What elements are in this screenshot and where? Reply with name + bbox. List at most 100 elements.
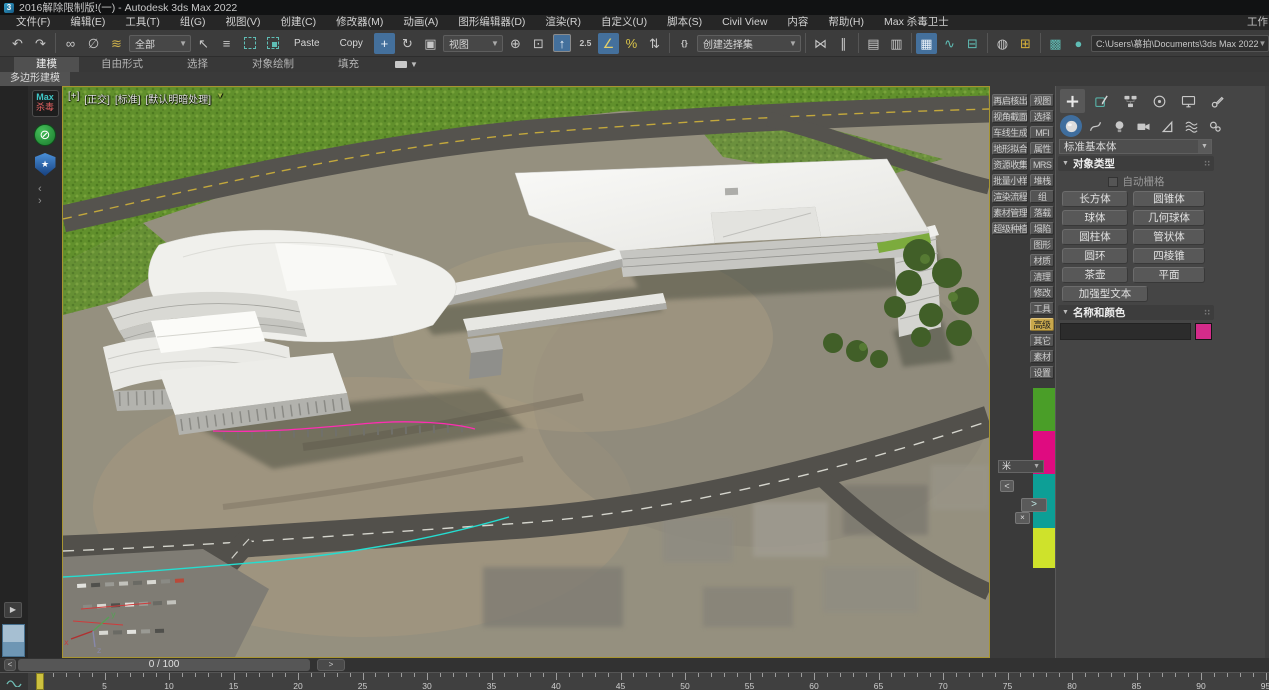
menu-item-10[interactable]: 自定义(U) (591, 15, 657, 30)
color-swatch[interactable] (1033, 528, 1055, 568)
primitive-button[interactable]: 管状体 (1133, 229, 1205, 245)
geometry-class-dropdown[interactable]: 标准基本体 ▼ (1059, 139, 1212, 154)
plugin-button[interactable]: 渲染流程 (992, 190, 1028, 203)
edit-named-selection-sets-button[interactable]: {} (674, 33, 695, 54)
tab-create[interactable] (1060, 89, 1085, 113)
category-systems[interactable] (1204, 115, 1226, 137)
selection-filter-dropdown[interactable]: 全部▼ (129, 35, 191, 52)
plugin-button[interactable]: 属性 (1030, 142, 1054, 155)
named-selection-sets-dropdown[interactable]: 创建选择集▼ (697, 35, 801, 52)
snaps-toggle-button[interactable]: 2.5 (575, 33, 596, 54)
panel-next-button[interactable]: > (1021, 498, 1047, 512)
plugin-button[interactable]: 视角截面 (992, 110, 1028, 123)
plugin-button[interactable]: 修改 (1030, 286, 1054, 299)
ribbon-tab-1[interactable]: 自由形式 (79, 57, 165, 72)
object-name-field[interactable] (1060, 323, 1191, 340)
plugin-button[interactable]: 图形 (1030, 238, 1054, 251)
primitive-button[interactable]: 圆柱体 (1062, 229, 1128, 245)
keyboard-shortcut-override-button[interactable]: ↑ (553, 34, 571, 52)
menu-item-5[interactable]: 创建(C) (271, 15, 327, 30)
toggle-layer-explorer-button[interactable]: ▥ (886, 33, 907, 54)
panel-prev-button[interactable]: < (1000, 480, 1014, 492)
plugin-button[interactable]: MRS (1030, 158, 1054, 171)
paste-button[interactable]: Paste (285, 38, 329, 49)
menu-item-3[interactable]: 组(G) (170, 15, 216, 30)
primitive-button[interactable]: 几何球体 (1133, 210, 1205, 226)
color-swatch[interactable] (1033, 388, 1055, 431)
plugin-button[interactable]: 车线生成 (992, 126, 1028, 139)
category-helpers[interactable] (1156, 115, 1178, 137)
plugin-button[interactable]: 工具 (1030, 302, 1054, 315)
tab-motion[interactable] (1147, 89, 1172, 113)
layout-expand-button[interactable]: ▶ (4, 602, 22, 618)
workspace-label[interactable]: 工作 (1247, 15, 1269, 30)
plugin-button[interactable]: 地形拟合 (992, 142, 1028, 155)
redo-button[interactable]: ↷ (30, 33, 51, 54)
menu-item-13[interactable]: 内容 (777, 15, 818, 30)
render-setup-button[interactable]: ⊞ (1015, 33, 1036, 54)
primitive-button[interactable]: 圆锥体 (1133, 191, 1205, 207)
plugin-button[interactable]: 设置 (1030, 366, 1054, 379)
primitive-button[interactable]: 长方体 (1062, 191, 1128, 207)
schematic-view-button[interactable]: ⊟ (962, 33, 983, 54)
category-lights[interactable] (1108, 115, 1130, 137)
menu-item-2[interactable]: 工具(T) (115, 15, 169, 30)
ribbon-subtab-polymodeling[interactable]: 多边形建模 (0, 72, 70, 86)
plugin-button[interactable]: 落载 (1030, 206, 1054, 219)
viewport-label-segment-1[interactable]: [正交] (84, 91, 110, 106)
viewport-label-segment-2[interactable]: [标准] (115, 91, 141, 106)
category-shapes[interactable] (1084, 115, 1106, 137)
tab-hierarchy[interactable] (1118, 89, 1143, 113)
tab-display[interactable] (1176, 89, 1201, 113)
ribbon-tab-0[interactable]: 建模 (14, 57, 79, 72)
menu-item-12[interactable]: Civil View (712, 15, 777, 30)
plugin-button[interactable]: 素材 (1030, 350, 1054, 363)
plugin-button[interactable]: 清理 (1030, 270, 1054, 283)
shield-icon[interactable]: ★ (35, 153, 56, 176)
viewport-label-menu-icon[interactable]: ▼ (216, 91, 224, 106)
tab-utilities[interactable] (1205, 89, 1230, 113)
menu-item-7[interactable]: 动画(A) (393, 15, 448, 30)
plugin-button[interactable]: 超级种植 (992, 222, 1028, 235)
panel-close-button[interactable]: × (1015, 512, 1030, 524)
bind-to-space-warp-button[interactable]: ≋ (106, 33, 127, 54)
project-folder-path[interactable]: C:\Users\慕拍\Documents\3ds Max 2022▼ (1091, 35, 1269, 52)
viewport-label-segment-3[interactable]: [默认明暗处理] (146, 91, 212, 106)
plugin-button[interactable]: 高级 (1030, 318, 1054, 331)
category-spacewarps[interactable] (1180, 115, 1202, 137)
spinner-snap-toggle-button[interactable]: ⇅ (644, 33, 665, 54)
menu-item-11[interactable]: 脚本(S) (657, 15, 712, 30)
next-frame-button[interactable]: > (317, 659, 345, 671)
name-and-color-rollout[interactable]: ▼ 名称和颜色 ∷ (1058, 305, 1214, 320)
plugin-button[interactable]: 其它 (1030, 334, 1054, 347)
plugin-button[interactable]: 材质 (1030, 254, 1054, 267)
menu-item-1[interactable]: 编辑(E) (60, 15, 115, 30)
undo-button[interactable]: ↶ (7, 33, 28, 54)
primitive-button[interactable]: 平面 (1133, 267, 1205, 283)
rectangular-selection-region-button[interactable] (239, 33, 260, 54)
select-and-rotate-button[interactable]: ↻ (397, 33, 418, 54)
menu-item-9[interactable]: 渲染(R) (535, 15, 591, 30)
render-production-button[interactable]: ● (1068, 33, 1089, 54)
plugin-button[interactable]: MFI (1030, 126, 1054, 139)
select-by-name-button[interactable]: ≡ (216, 33, 237, 54)
select-and-scale-button[interactable]: ▣ (420, 33, 441, 54)
menu-item-6[interactable]: 修改器(M) (326, 15, 393, 30)
primitive-button[interactable]: 四棱锥 (1133, 248, 1205, 264)
object-color-swatch[interactable] (1195, 323, 1212, 340)
perspective-viewport[interactable]: [+][正交][标准][默认明暗处理]▼ (62, 86, 990, 658)
percent-snap-toggle-button[interactable]: % (621, 33, 642, 54)
align-button[interactable]: ∥ (833, 33, 854, 54)
category-geometry[interactable] (1060, 115, 1082, 137)
antivirus-nav-arrows[interactable]: ‹ › (31, 183, 59, 207)
primitive-button[interactable]: 加强型文本 (1062, 286, 1148, 302)
mirror-button[interactable]: ⋈ (810, 33, 831, 54)
use-pivot-point-center-button[interactable]: ⊕ (505, 33, 526, 54)
category-cameras[interactable] (1132, 115, 1154, 137)
plugin-button[interactable]: 组 (1030, 190, 1054, 203)
frame-counter[interactable]: 0 / 100 (18, 659, 310, 671)
plugin-button[interactable]: 塌陷 (1030, 222, 1054, 235)
material-editor-button[interactable]: ◍ (992, 33, 1013, 54)
virus-scan-icon[interactable]: ⊘ (34, 124, 56, 146)
menu-item-8[interactable]: 图形编辑器(D) (448, 15, 535, 30)
